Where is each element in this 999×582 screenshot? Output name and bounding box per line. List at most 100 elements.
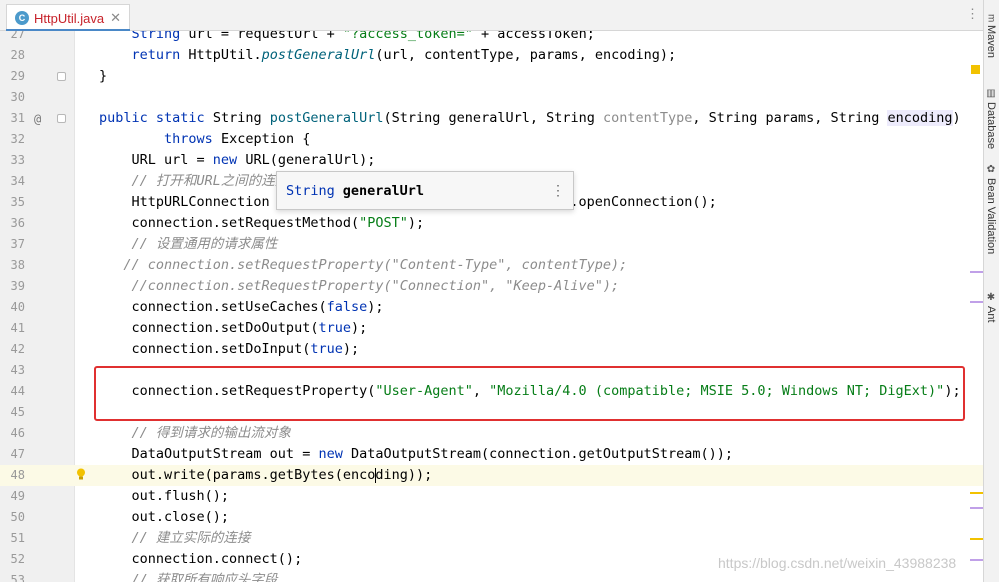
bean-validation-icon: ✿ — [985, 164, 997, 175]
line-text: connection.setUseCaches(false); — [99, 299, 384, 315]
tab-httputil-java[interactable]: C HttpUtil.java ✕ — [6, 4, 130, 31]
code-line: 37 // 设置通用的请求属性 — [0, 234, 983, 255]
line-number: 42 — [10, 342, 25, 356]
java-class-icon: C — [15, 11, 29, 25]
fold-toggle-icon[interactable] — [57, 114, 66, 123]
fold-toggle-icon[interactable] — [57, 72, 66, 81]
code-line: 51 // 建立实际的连接 — [0, 528, 983, 549]
line-number: 33 — [10, 153, 25, 167]
line-text: out.flush(); — [99, 488, 230, 504]
line-text: connection.setDoOutput(true); — [99, 320, 368, 336]
current-code-line: 48 out.write(params.getBytes(encoding)); — [0, 465, 983, 486]
line-text: //connection.setRequestProperty("Connect… — [99, 278, 620, 294]
line-text: // 建立实际的连接 — [99, 530, 251, 546]
editor-tab-bar: C HttpUtil.java ✕ ⋮ — [0, 0, 983, 31]
line-number: 31 — [10, 111, 25, 125]
line-text: connection.setDoInput(true); — [99, 341, 360, 357]
line-text: connection.connect(); — [99, 551, 303, 567]
line-number: 34 — [10, 174, 25, 188]
code-line: 28 return HttpUtil.postGeneralUrl(url, c… — [0, 45, 983, 66]
inspection-status-icon[interactable] — [971, 65, 980, 74]
code-line: 38 // connection.setRequestProperty("Con… — [0, 255, 983, 276]
parameter-info-popup: String generalUrl ⋮ — [276, 171, 574, 210]
code-line: 53 // 获取所有响应头字段 — [0, 570, 983, 582]
line-number: 52 — [10, 552, 25, 566]
code-line: 33 URL url = new URL(generalUrl); — [0, 150, 983, 171]
line-number: 27 — [10, 31, 25, 41]
ant-tool-label: Ant — [985, 306, 997, 323]
line-number: 48 — [10, 468, 25, 482]
line-number: 38 — [10, 258, 25, 272]
close-tab-icon[interactable]: ✕ — [110, 10, 121, 26]
line-number: 37 — [10, 237, 25, 251]
database-tool-label: Database — [985, 102, 997, 150]
line-number: 35 — [10, 195, 25, 209]
maven-tool-label: Maven — [985, 25, 997, 59]
line-number: 47 — [10, 447, 25, 461]
line-number: 49 — [10, 489, 25, 503]
highlight-annotation-box — [94, 366, 965, 421]
error-stripe-mark[interactable] — [970, 271, 983, 273]
line-number: 29 — [10, 69, 25, 83]
watermark-text: https://blog.csdn.net/weixin_43988238 — [718, 555, 957, 571]
ant-tool-button[interactable]: ✱ Ant — [985, 292, 997, 323]
line-text: return HttpUtil.postGeneralUrl(url, cont… — [131, 47, 677, 63]
code-editor[interactable]: @ 27 String url = requestUrl + "?access_… — [0, 31, 983, 582]
line-number: 30 — [10, 90, 25, 104]
code-line: 39 //connection.setRequestProperty("Conn… — [0, 276, 983, 297]
line-text: connection.setRequestMethod("POST"); — [99, 215, 425, 231]
line-number: 50 — [10, 510, 25, 524]
line-text: out.write(params.getBytes(encoding)); — [99, 467, 433, 483]
line-text: out.close(); — [99, 509, 230, 525]
error-stripe-mark[interactable] — [970, 507, 983, 509]
popup-param-type: String — [286, 182, 335, 199]
line-number: 41 — [10, 321, 25, 335]
code-line: 27 String url = requestUrl + "?access_to… — [0, 31, 983, 45]
line-text: // 获取所有响应头字段 — [99, 572, 278, 582]
bean-validation-tool-button[interactable]: ✿ Bean Validation — [985, 164, 997, 254]
code-line: 49 out.flush(); — [0, 486, 983, 507]
code-line: 41 connection.setDoOutput(true); — [0, 318, 983, 339]
error-stripe-mark[interactable] — [970, 492, 983, 494]
error-stripe-mark[interactable] — [970, 538, 983, 540]
code-line: 47 DataOutputStream out = new DataOutput… — [0, 444, 983, 465]
lightbulb-icon[interactable] — [76, 468, 86, 481]
line-text: DataOutputStream out = new DataOutputStr… — [99, 446, 733, 462]
more-options-icon[interactable]: ⋮ — [551, 182, 565, 199]
right-tool-window-bar: m Maven ▥ Database ✿ Bean Validation ✱ A… — [983, 0, 999, 582]
popup-param-name: generalUrl — [342, 182, 425, 199]
line-number: 46 — [10, 426, 25, 440]
line-number: 45 — [10, 405, 25, 419]
line-number: 43 — [10, 363, 25, 377]
line-number: 51 — [10, 531, 25, 545]
line-text: URL url = new URL(generalUrl); — [99, 152, 376, 168]
code-line: 46 // 得到请求的输出流对象 — [0, 423, 983, 444]
text-cursor — [374, 467, 376, 483]
line-text: // 打开和URL之间的连接 — [99, 173, 289, 189]
ant-icon: ✱ — [985, 292, 997, 303]
maven-tool-button[interactable]: m Maven — [985, 14, 997, 58]
line-text: throws Exception { — [164, 131, 311, 147]
line-text: public static String postGeneralUrl(Stri… — [99, 110, 961, 126]
line-number: 53 — [10, 573, 25, 582]
tab-options-icon[interactable]: ⋮ — [966, 6, 979, 22]
line-text: // 得到请求的输出流对象 — [99, 425, 291, 441]
error-stripe-mark[interactable] — [970, 301, 983, 303]
bean-validation-tool-label: Bean Validation — [985, 178, 997, 255]
code-line: 40 connection.setUseCaches(false); — [0, 297, 983, 318]
code-line: 36 connection.setRequestMethod("POST"); — [0, 213, 983, 234]
code-line: 50 out.close(); — [0, 507, 983, 528]
line-text: } — [99, 68, 108, 84]
line-number: 28 — [10, 48, 25, 62]
line-text: // 设置通用的请求属性 — [99, 236, 278, 252]
database-tool-button[interactable]: ▥ Database — [985, 88, 997, 149]
code-line: 30 — [0, 87, 983, 108]
line-number: 36 — [10, 216, 25, 230]
code-line: 42 connection.setDoInput(true); — [0, 339, 983, 360]
tab-title: HttpUtil.java — [34, 10, 105, 26]
error-stripe-mark[interactable] — [970, 559, 983, 561]
code-line: 32 throws Exception { — [0, 129, 983, 150]
database-icon: ▥ — [985, 88, 997, 99]
maven-icon: m — [985, 14, 997, 23]
code-line: 31 public static String postGeneralUrl(St… — [0, 108, 983, 129]
